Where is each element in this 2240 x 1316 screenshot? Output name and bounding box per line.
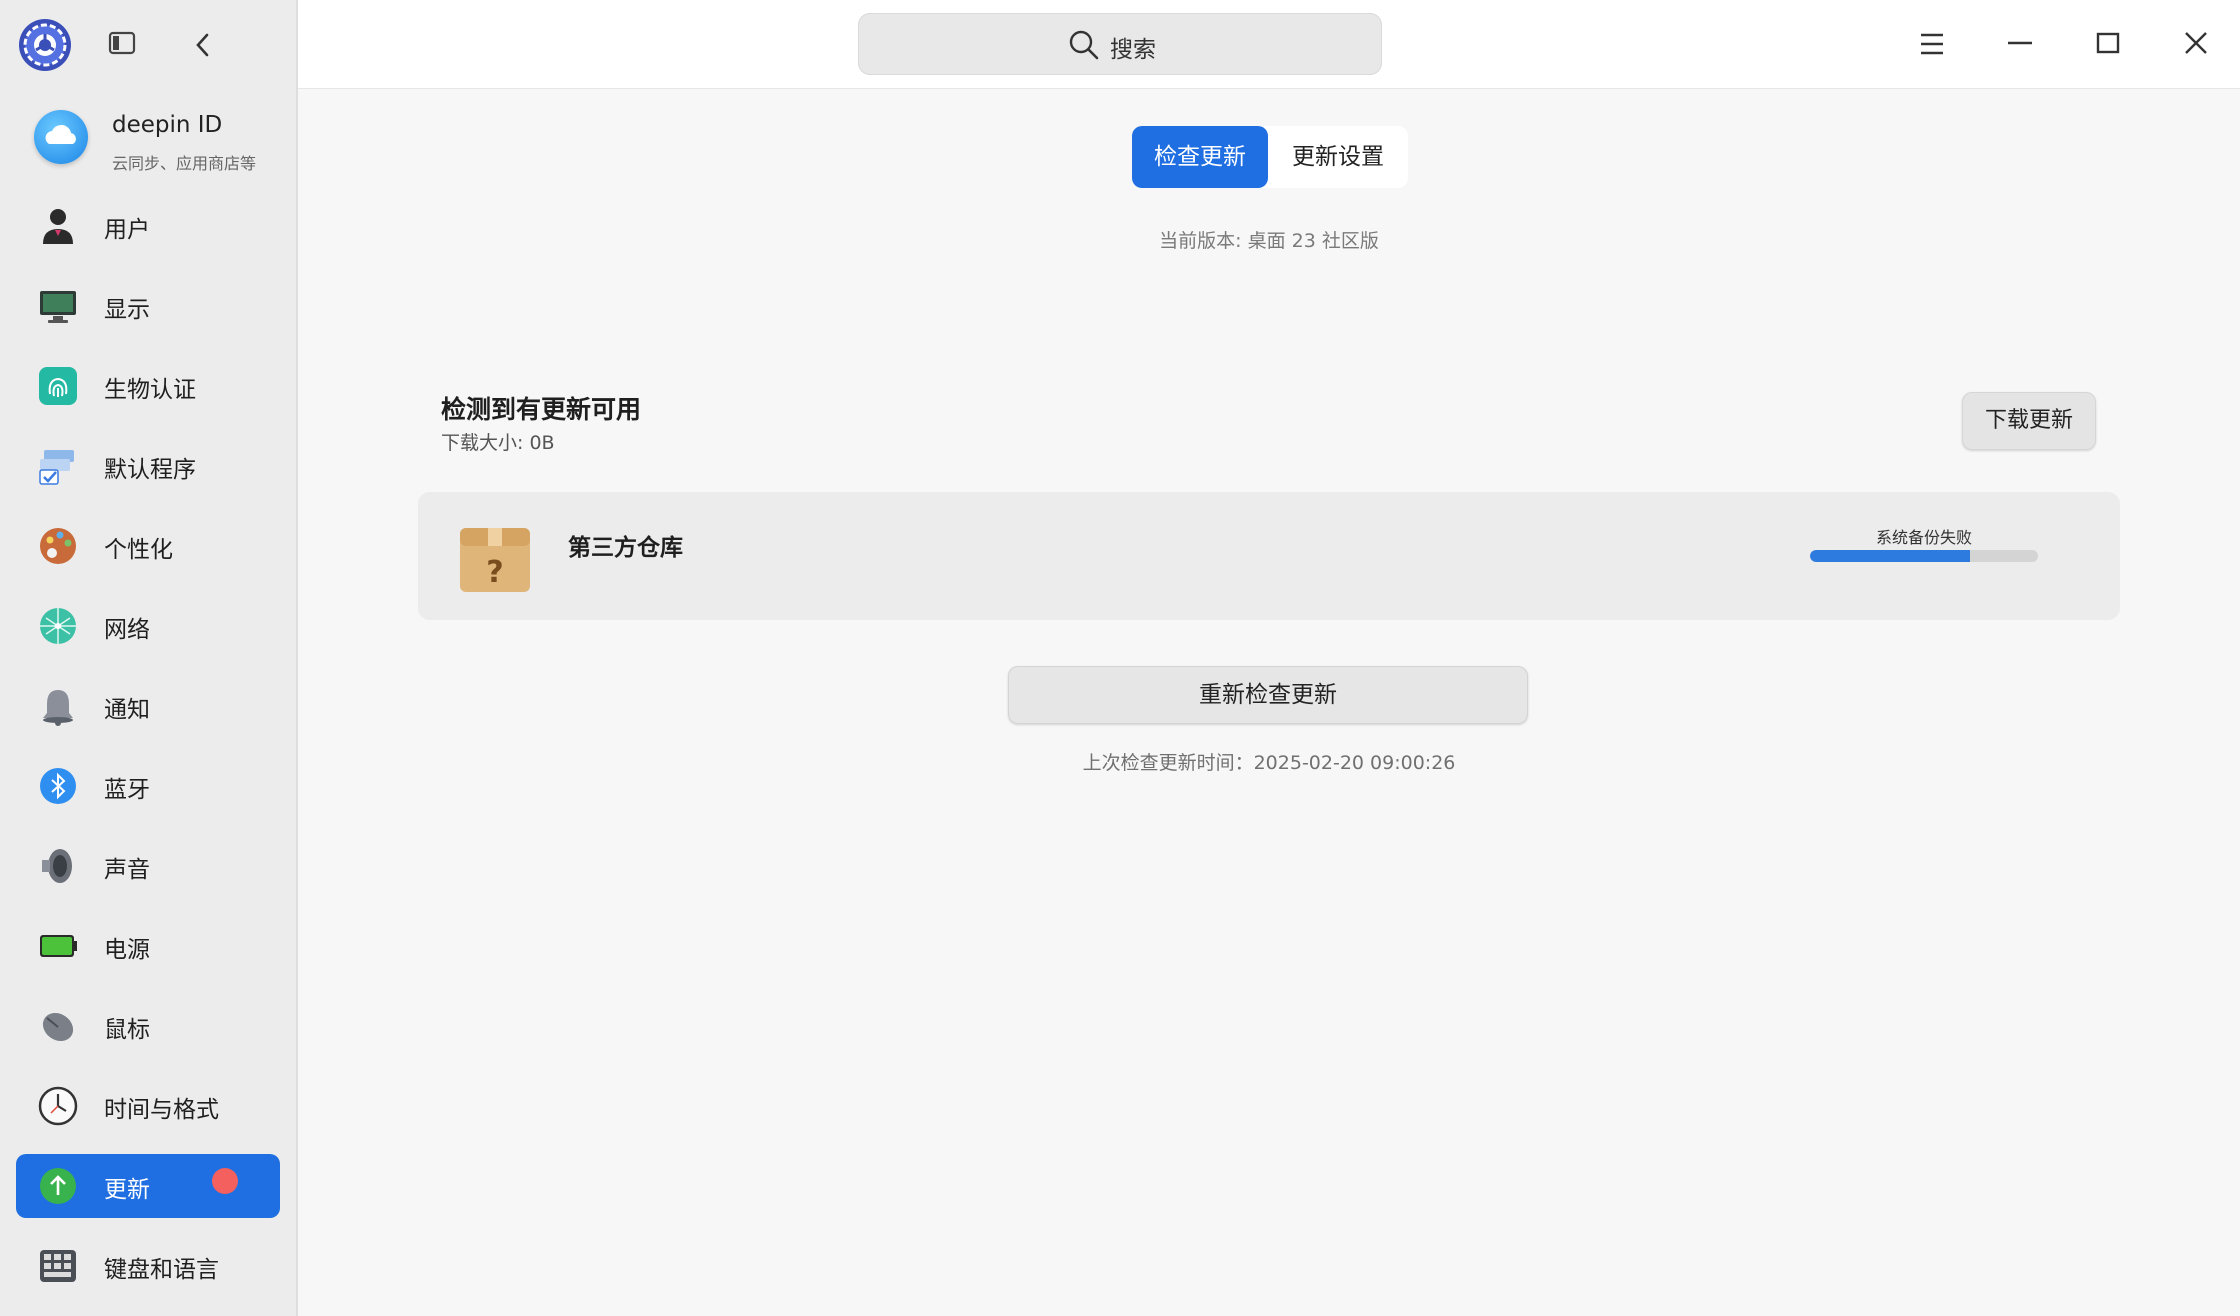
updates-available-title: 检测到有更新可用: [441, 395, 642, 424]
settings-gear-logo-icon: [19, 19, 71, 71]
current-version: 当前版本: 桌面 23 社区版: [1159, 230, 1379, 252]
fingerprint-icon: [39, 367, 77, 405]
backup-progress-bar: [1810, 550, 2038, 562]
sidebar-item-label: 网络: [104, 617, 150, 643]
sidebar-item-bluetooth[interactable]: 蓝牙: [16, 754, 280, 818]
mouse-icon: [42, 1012, 74, 1042]
sidebar-item-label: 时间与格式: [104, 1097, 219, 1123]
account-name: deepin ID: [112, 112, 223, 138]
search-placeholder: 搜索: [1110, 37, 1156, 63]
battery-icon: [40, 935, 77, 957]
sidebar-item-notifications[interactable]: 通知: [16, 674, 280, 738]
sidebar-item-keyboard[interactable]: 键盘和语言: [16, 1234, 280, 1298]
sidebar-item-label: 键盘和语言: [104, 1257, 219, 1283]
bell-icon: [43, 690, 73, 726]
sidebar-item-label: 通知: [104, 697, 150, 723]
backup-progress-fill: [1810, 550, 1970, 562]
update-badge: [212, 1168, 238, 1194]
sidebar: deepin ID 云同步、应用商店等 用户 显示 生物认证 默认程序 个性化 …: [0, 0, 298, 1316]
download-updates-button[interactable]: 下载更新: [1962, 392, 2096, 450]
display-icon: [40, 291, 76, 323]
search-icon: [1069, 30, 1099, 60]
sidebar-item-label: 个性化: [104, 537, 173, 563]
sidebar-item-label: 电源: [104, 937, 150, 963]
sidebar-item-display[interactable]: 显示: [16, 274, 280, 338]
sidebar-item-label: 默认程序: [104, 457, 196, 483]
sidebar-item-label: 生物认证: [104, 377, 196, 403]
close-icon[interactable]: [2172, 20, 2220, 68]
sidebar-item-personalization[interactable]: 个性化: [16, 514, 280, 578]
svg-text:?: ?: [486, 555, 503, 590]
cloud-avatar-icon: [34, 110, 88, 164]
clock-icon: [38, 1086, 78, 1126]
sidebar-item-label: 更新: [104, 1177, 150, 1203]
sidebar-item-datetime[interactable]: 时间与格式: [16, 1074, 280, 1138]
maximize-icon[interactable]: [2084, 20, 2132, 68]
sidebar-toggle-icon[interactable]: [108, 30, 138, 58]
package-unknown-icon: ?: [460, 528, 530, 592]
tab-update-settings[interactable]: 更新设置: [1268, 126, 1408, 188]
minimize-icon[interactable]: [1996, 20, 2044, 68]
tab-check-updates[interactable]: 检查更新: [1132, 126, 1268, 188]
bluetooth-icon: [40, 768, 76, 804]
sidebar-item-power[interactable]: 电源: [16, 914, 280, 978]
sidebar-item-mouse[interactable]: 鼠标: [16, 994, 280, 1058]
sidebar-item-label: 鼠标: [104, 1017, 150, 1043]
sidebar-item-label: 蓝牙: [104, 777, 150, 803]
sidebar-item-default-apps[interactable]: 默认程序: [16, 434, 280, 498]
account-subtitle: 云同步、应用商店等: [112, 154, 257, 173]
update-arrow-icon: [40, 1168, 76, 1204]
sidebar-item-biometrics[interactable]: 生物认证: [16, 354, 280, 418]
download-size: 下载大小: 0B: [441, 432, 555, 454]
last-check-time: 上次检查更新时间：2025-02-20 09:00:26: [1082, 752, 1456, 774]
third-party-repo-card: ? 第三方仓库 系统备份失败: [418, 492, 2120, 620]
keyboard-icon: [40, 1250, 76, 1282]
update-tabs: 检查更新 更新设置: [1132, 126, 1408, 188]
sidebar-item-label: 声音: [104, 857, 150, 883]
palette-icon: [40, 528, 76, 564]
sidebar-item-network[interactable]: 网络: [16, 594, 280, 658]
sidebar-item-sound[interactable]: 声音: [16, 834, 280, 898]
sidebar-item-label: 用户: [104, 217, 150, 243]
network-icon: [40, 608, 76, 644]
sidebar-item-update[interactable]: 更新: [16, 1154, 280, 1218]
deepin-id-account[interactable]: deepin ID 云同步、应用商店等: [34, 108, 284, 178]
search-input[interactable]: 搜索: [858, 13, 1382, 75]
repo-name: 第三方仓库: [568, 535, 683, 561]
speaker-icon: [42, 849, 72, 883]
recheck-updates-button[interactable]: 重新检查更新: [1008, 666, 1528, 724]
user-icon: [43, 209, 73, 244]
back-chevron-icon[interactable]: [190, 28, 216, 62]
sidebar-item-users[interactable]: 用户: [16, 194, 280, 258]
titlebar: 搜索: [298, 0, 2240, 89]
default-apps-icon: [39, 450, 74, 485]
menu-icon[interactable]: [1908, 20, 1956, 68]
sidebar-header: [0, 0, 296, 90]
backup-status-text: 系统备份失败: [1875, 528, 1972, 547]
sidebar-item-label: 显示: [104, 297, 150, 323]
